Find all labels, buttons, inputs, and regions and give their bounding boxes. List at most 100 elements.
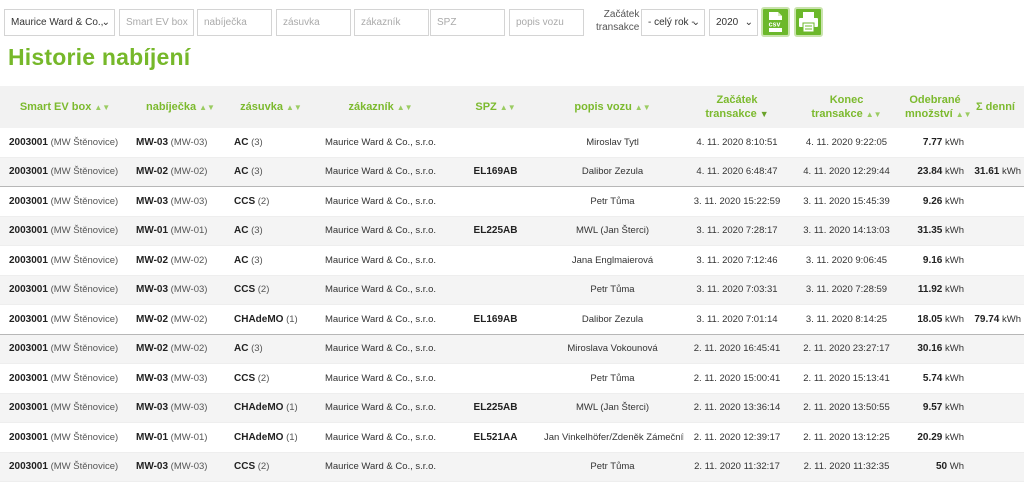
- column-header-transaction-end[interactable]: Konec transakce ▲▼: [790, 86, 903, 128]
- charger-id: (MW-03): [170, 136, 208, 148]
- column-header-amount[interactable]: Odebrané množství ▲▼: [903, 86, 972, 128]
- sort-icon: ▲▼: [199, 102, 215, 112]
- table-row: 2003001 (MW Štěnovice) MW-03 (MW-03) AC (3…: [0, 128, 1024, 158]
- print-button[interactable]: [794, 7, 823, 37]
- period-select[interactable]: - celý rok - ⌄: [641, 9, 705, 36]
- socket-filter-input[interactable]: zásuvka: [276, 9, 351, 36]
- cell-transaction-end: 3. 11. 2020 14:13:03: [790, 216, 903, 246]
- cell-transaction-end: 3. 11. 2020 9:06:45: [790, 245, 903, 276]
- amount-unit: kWh: [945, 431, 964, 443]
- column-header-ev-box[interactable]: Smart EV box ▲▼: [0, 86, 130, 128]
- daily-sum-value: 31.61: [974, 166, 1000, 178]
- cell-charger: MW-03 (MW-03): [130, 363, 231, 394]
- cell-transaction-start: 3. 11. 2020 7:12:46: [684, 245, 790, 276]
- cell-car-description: Petr Tůma: [541, 275, 684, 305]
- table-row: 2003001 (MW Štěnovice) MW-01 (MW-01) CHAde…: [0, 422, 1024, 453]
- amount-value: 9.26: [922, 195, 943, 207]
- charger-name: MW-01: [136, 431, 169, 443]
- charger-name: MW-02: [136, 254, 169, 266]
- column-header-car-description[interactable]: popis vozu ▲▼: [541, 86, 684, 128]
- column-header-customer[interactable]: zákazník ▲▼: [311, 86, 450, 128]
- charger-id: (MW-02): [170, 166, 208, 178]
- cell-amount: 50 Wh: [903, 452, 967, 482]
- socket-number: (3): [251, 254, 263, 266]
- csv-export-button[interactable]: csv: [761, 7, 790, 37]
- cell-daily-sum: [967, 393, 1024, 423]
- ev-box-location: (MW Štěnovice): [50, 402, 119, 414]
- car-description-filter-input[interactable]: popis vozu: [509, 9, 584, 36]
- amount-unit: kWh: [945, 402, 964, 414]
- column-header-charger[interactable]: nabíječka ▲▼: [130, 86, 231, 128]
- cell-ev-box: 2003001 (MW Štěnovice): [0, 186, 130, 217]
- cell-spz: [450, 245, 541, 276]
- cell-socket: CHAdeMO (1): [231, 393, 311, 423]
- amount-value: 9.57: [922, 402, 943, 414]
- cell-charger: MW-03 (MW-03): [130, 128, 231, 158]
- year-select-value: 2020: [716, 17, 739, 28]
- column-header-daily-sum[interactable]: Σ denní: [967, 86, 1024, 128]
- ev-box-id: 2003001: [9, 343, 48, 355]
- csv-export-icon: csv: [766, 12, 783, 32]
- ev-box-id: 2003001: [9, 166, 48, 178]
- cell-charger: MW-02 (MW-02): [130, 157, 231, 187]
- ev-box-filter-input[interactable]: Smart EV box: [119, 9, 194, 36]
- customer-select[interactable]: Maurice Ward & Co., ⌄: [4, 9, 115, 36]
- charger-id: (MW-02): [170, 254, 208, 266]
- spz-value: EL521AA: [473, 431, 518, 443]
- amount-unit: kWh: [945, 254, 964, 266]
- ev-box-id: 2003001: [9, 195, 48, 207]
- amount-value: 20.29: [917, 431, 943, 443]
- cell-transaction-start: 2. 11. 2020 15:00:41: [684, 363, 790, 394]
- cell-transaction-start: 4. 11. 2020 6:48:47: [684, 157, 790, 187]
- cell-daily-sum: 31.61 kWh: [967, 157, 1024, 187]
- cell-socket: CCS (2): [231, 186, 311, 217]
- charger-name: MW-02: [136, 343, 169, 355]
- cell-ev-box: 2003001 (MW Štěnovice): [0, 363, 130, 394]
- cell-amount: 9.57 kWh: [903, 393, 967, 423]
- charger-name: MW-03: [136, 136, 169, 148]
- spz-filter-input[interactable]: SPZ: [430, 9, 505, 36]
- chevron-down-icon: ⌄: [744, 17, 753, 28]
- cell-transaction-start: 2. 11. 2020 12:39:17: [684, 422, 790, 453]
- cell-ev-box: 2003001 (MW Štěnovice): [0, 157, 130, 187]
- charger-id: (MW-03): [170, 284, 208, 296]
- ev-box-location: (MW Štěnovice): [50, 284, 119, 296]
- cell-charger: MW-03 (MW-03): [130, 452, 231, 482]
- cell-charger: MW-03 (MW-03): [130, 393, 231, 423]
- column-header-transaction-start[interactable]: Začátek transakce ▼: [684, 86, 790, 128]
- table-row: 2003001 (MW Štěnovice) MW-02 (MW-02) AC (3…: [0, 157, 1024, 187]
- table-row: 2003001 (MW Štěnovice) MW-03 (MW-03) CCS (…: [0, 275, 1024, 305]
- cell-socket: AC (3): [231, 334, 311, 364]
- column-header-label-line1: Konec: [829, 93, 864, 106]
- amount-value: 30.16: [917, 343, 943, 355]
- sort-icon: ▲▼: [634, 102, 651, 112]
- charger-filter-input[interactable]: nabíječka: [197, 9, 272, 36]
- ev-box-id: 2003001: [9, 372, 48, 384]
- customer-filter-input[interactable]: zákazník: [354, 9, 429, 36]
- cell-daily-sum: [967, 216, 1024, 246]
- ev-box-id: 2003001: [9, 431, 48, 443]
- charger-id: (MW-01): [170, 431, 208, 443]
- filter-bar: Maurice Ward & Co., ⌄ Smart EV box nabíj…: [0, 0, 1024, 44]
- amount-value: 31.35: [917, 225, 943, 237]
- sort-icon: ▲▼: [865, 109, 882, 119]
- ev-box-location: (MW Štěnovice): [50, 225, 119, 237]
- cell-car-description: Dalibor Zezula: [541, 304, 684, 335]
- cell-customer: Maurice Ward & Co., s.r.o.: [311, 452, 450, 482]
- socket-type: CHAdeMO: [234, 313, 284, 325]
- column-header-spz[interactable]: SPZ ▲▼: [450, 86, 541, 128]
- cell-charger: MW-03 (MW-03): [130, 186, 231, 217]
- socket-number: (3): [251, 225, 263, 237]
- table-row: 2003001 (MW Štěnovice) MW-03 (MW-03) CCS (…: [0, 186, 1024, 217]
- cell-transaction-start: 3. 11. 2020 7:01:14: [684, 304, 790, 335]
- table-row: 2003001 (MW Štěnovice) MW-03 (MW-03) CHAde…: [0, 393, 1024, 423]
- year-select[interactable]: 2020 ⌄: [709, 9, 758, 36]
- amount-unit: Wh: [949, 461, 964, 473]
- column-header-socket[interactable]: zásuvka ▲▼: [231, 86, 311, 128]
- cell-charger: MW-03 (MW-03): [130, 275, 231, 305]
- spz-value: EL225AB: [473, 225, 518, 237]
- table-header-row: Smart EV box ▲▼ nabíječka ▲▼ zásuvka ▲▼ zák…: [0, 86, 1024, 128]
- cell-socket: CHAdeMO (1): [231, 304, 311, 335]
- daily-sum-unit: kWh: [1002, 313, 1021, 325]
- charger-id: (MW-03): [170, 402, 208, 414]
